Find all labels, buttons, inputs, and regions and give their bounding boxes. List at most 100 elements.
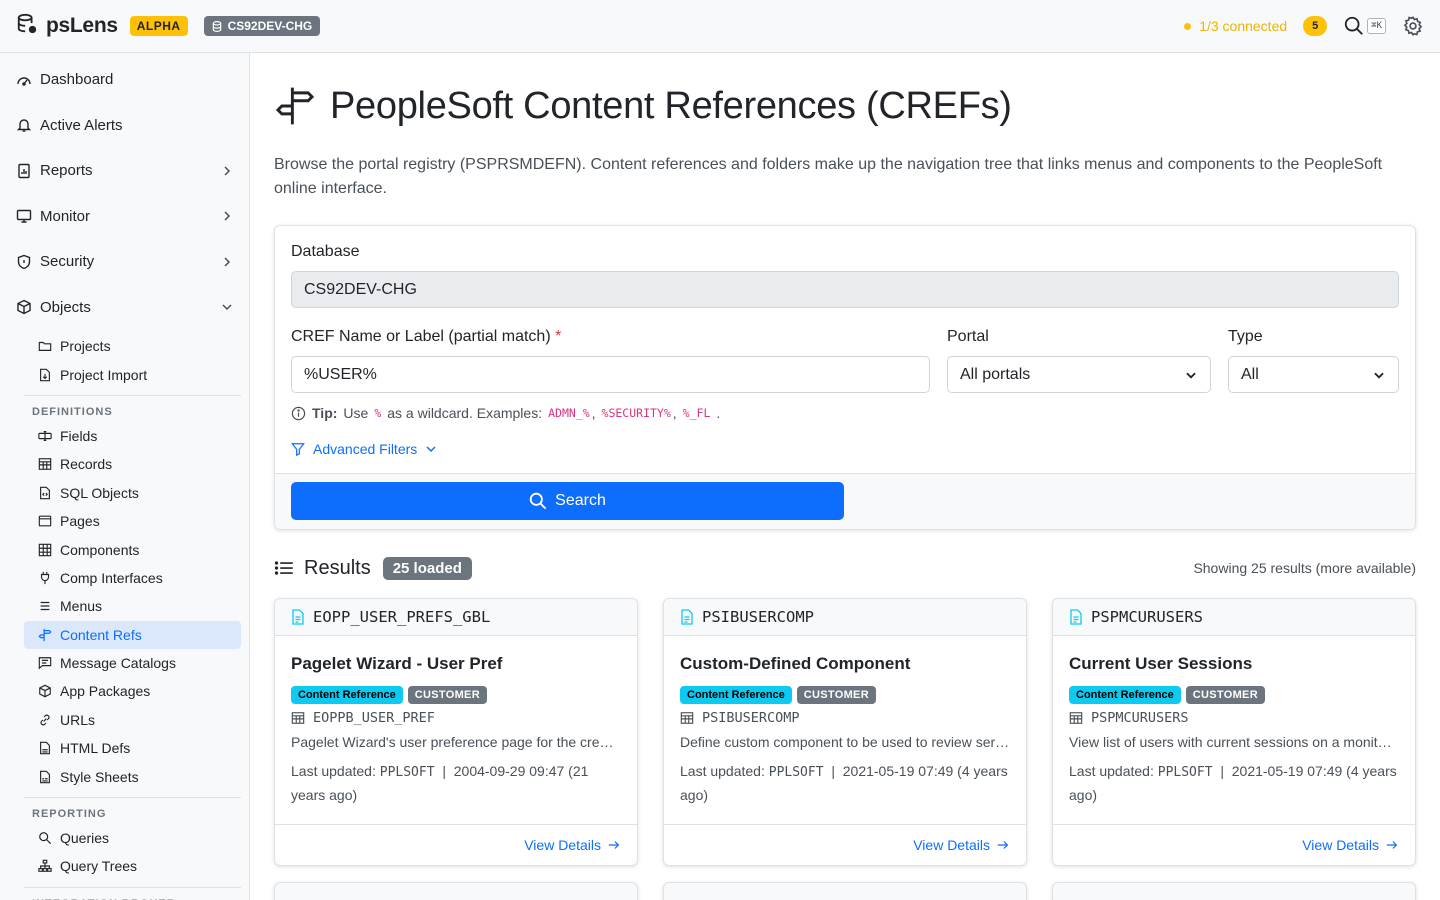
gauge-icon [17,77,31,86]
view-details-link[interactable]: View Details [664,824,1026,865]
type-label: Type [1228,328,1263,345]
type-select[interactable]: All [1228,356,1399,393]
cref-card[interactable]: PSIBUSERCOMP Custom-Defined Component Co… [663,598,1027,866]
bell-icon [16,119,32,132]
search-button[interactable]: Search [291,482,844,520]
sidebar-item-active-alerts[interactable]: Active Alerts [0,103,249,149]
settings-button[interactable] [1402,15,1424,37]
cref-name: EOPP_USER_PREFS_GBL [313,608,491,626]
alert-count-badge[interactable]: 5 [1303,16,1328,36]
last-updated: Last updated: PPLSOFT | 2004-09-29 09:47… [291,763,589,803]
sidebar-item-label: Query Trees [60,858,138,875]
diagram-icon [38,860,52,873]
type-badge: Content Reference [1069,686,1181,704]
type-select-value: All [1241,365,1259,383]
last-updated-label: Last updated: [680,763,765,779]
sidebar-item-comp-interfaces[interactable]: Comp Interfaces [24,564,241,592]
cref-name-input[interactable] [291,356,930,393]
view-details-link[interactable]: View Details [275,824,637,865]
brand[interactable]: psLens ALPHA [16,13,188,39]
sidebar-item-label: URLs [60,711,96,728]
database-gear-icon [16,13,38,39]
sidebar-item-projects[interactable]: Projects [24,332,241,360]
plug-icon [40,571,50,585]
cref-card[interactable] [663,882,1027,900]
sidebar-item-label: Reports [40,162,93,180]
view-details-label: View Details [1302,837,1379,853]
sidebar-item-reports[interactable]: Reports [0,148,249,194]
cref-record-name: PSPMCURUSERS [1091,710,1189,726]
connection-status[interactable]: 1/3 connected [1184,18,1287,34]
portal-label: Portal [947,328,989,345]
sidebar-item-queries[interactable]: Queries [24,824,241,852]
tip-wildcard-code: % [374,406,382,420]
sidebar-item-dashboard[interactable]: Dashboard [0,57,249,103]
shortcut-hint: ⌘K [1367,18,1386,34]
tip-comma: , [672,405,677,421]
app-name: psLens [46,14,118,37]
file-code-icon [40,486,50,500]
cref-record: PSIBUSERCOMP [680,710,1010,726]
search-button-label: Search [555,492,606,509]
sidebar-item-fields[interactable]: Fields [24,422,241,450]
sidebar-item-content-refs[interactable]: Content Refs [24,620,241,649]
sidebar-item-components[interactable]: Components [24,535,241,563]
sidebar-item-urls[interactable]: URLs [24,706,241,734]
card-header: PSIBUSERCOMP [664,599,1026,636]
tip-example-2: %SECURITY% [601,406,671,420]
last-updated-label: Last updated: [1069,763,1154,779]
sidebar-item-app-packages[interactable]: App Packages [24,677,241,705]
cref-card[interactable] [274,882,638,900]
file-text-icon [1070,609,1082,625]
results-header: Results 25 loaded Showing 25 results (mo… [274,554,1416,582]
advanced-filters-toggle[interactable]: Advanced Filters [291,441,1399,457]
sidebar-item-label: Security [40,253,95,271]
monitor-icon [16,210,32,223]
sidebar-item-label: Fields [60,427,98,444]
cref-description: Define custom component to be used to re… [680,734,1010,750]
chevron-right-icon [224,257,231,267]
portal-select-value: All portals [960,365,1031,383]
arrow-right-icon [997,841,1009,849]
sidebar-item-html-defs[interactable]: HTML Defs [24,734,241,762]
sidebar-item-query-trees[interactable]: Query Trees [24,852,241,880]
search-button[interactable]: ⌘K [1343,15,1386,37]
sidebar-item-style-sheets[interactable]: Style Sheets [24,762,241,790]
portal-select[interactable]: All portals [947,356,1211,393]
cref-card[interactable]: EOPP_USER_PREFS_GBL Pagelet Wizard - Use… [274,598,638,866]
chevron-down-icon [1186,372,1196,379]
sidebar-item-security[interactable]: Security [0,239,249,285]
sidebar-item-monitor[interactable]: Monitor [0,194,249,240]
table-icon [38,458,52,471]
sidebar-item-records[interactable]: Records [24,450,241,478]
cref-description: Pagelet Wizard's user preference page fo… [291,734,621,750]
signpost-icon [275,87,315,125]
window-icon [38,515,52,527]
main-content: PeopleSoft Content References (CREFs) Br… [250,53,1440,900]
view-details-link[interactable]: View Details [1053,824,1415,865]
chevron-right-icon [224,211,231,221]
database-chip[interactable]: CS92DEV-CHG [203,16,321,36]
chevron-down-icon [1374,372,1384,379]
page-description: Browse the portal registry (PSPRSMDEFN).… [274,156,1383,197]
tip-period: . [716,405,721,421]
cref-title: Custom-Defined Component [680,654,911,673]
signpost-icon [38,628,52,641]
sidebar-item-objects[interactable]: Objects [0,285,249,331]
sidebar-item-message-catalogs[interactable]: Message Catalogs [24,649,241,677]
box-icon [39,685,51,698]
page-title: PeopleSoft Content References (CREFs) [330,84,1012,127]
shield-icon [17,254,31,269]
gear-icon [1403,16,1423,36]
connection-status-label: 1/3 connected [1199,18,1288,34]
required-mark: * [555,328,562,345]
sidebar-item-sql-objects[interactable]: SQL Objects [24,479,241,507]
chevron-right-icon [224,166,231,176]
sidebar-item-menus[interactable]: Menus [24,592,241,620]
cref-card[interactable] [1052,882,1416,900]
sidebar-item-project-import[interactable]: Project Import [24,360,241,388]
sidebar-item-pages[interactable]: Pages [24,507,241,535]
cref-card[interactable]: PSPMCURUSERS Current User Sessions Conte… [1052,598,1416,866]
sidebar-item-label: Message Catalogs [60,655,176,672]
table-icon [680,712,694,724]
